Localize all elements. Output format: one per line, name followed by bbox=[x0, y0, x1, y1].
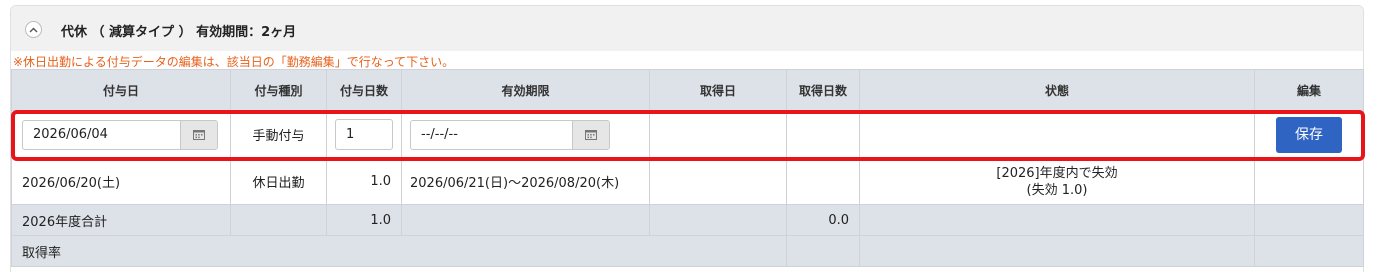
col-header-grant-type: 付与種別 bbox=[230, 69, 327, 111]
collapse-chevron-up-icon[interactable] bbox=[25, 21, 42, 38]
expiry-input[interactable]: --/--/-- bbox=[411, 121, 572, 149]
save-button[interactable]: 保存 bbox=[1276, 116, 1342, 153]
rate-edit bbox=[1254, 235, 1364, 267]
expiry-value: 2026/06/21(日)～2026/08/20(木) bbox=[401, 158, 650, 205]
rate-acquired-days bbox=[786, 235, 860, 267]
grant-days-cell: 1 bbox=[326, 110, 402, 159]
leave-panel: 代休 （ 減算タイプ ） 有効期間：2ヶ月 ※休日出勤による付与データの編集は、… bbox=[10, 5, 1364, 272]
acquired-date-value bbox=[649, 158, 787, 205]
calendar-icon[interactable] bbox=[180, 120, 217, 149]
grant-date-cell: 2026/06/04 bbox=[11, 110, 231, 159]
acquired-date-cell bbox=[649, 110, 787, 159]
rate-row: 取得率 bbox=[11, 235, 1364, 267]
rate-label: 取得率 bbox=[11, 235, 787, 267]
rate-status bbox=[859, 235, 1255, 267]
grant-date-input[interactable]: 2026/06/04 bbox=[23, 121, 180, 149]
col-header-acquired-date: 取得日 bbox=[649, 69, 787, 111]
table-header-row: 付与日 付与種別 付与日数 有効期限 取得日 取得日数 状態 編集 bbox=[11, 69, 1364, 111]
grant-type-value: 手動付与 bbox=[230, 110, 327, 159]
leave-table: 付与日 付与種別 付与日数 有効期限 取得日 取得日数 状態 編集 2026/0… bbox=[11, 69, 1364, 267]
total-label: 2026年度合計 bbox=[11, 204, 231, 236]
col-header-status: 状態 bbox=[859, 69, 1255, 111]
grant-date-field[interactable]: 2026/06/04 bbox=[22, 119, 218, 150]
total-acquired-date bbox=[649, 204, 787, 236]
total-grant-type bbox=[230, 204, 327, 236]
edit-cell: 保存 bbox=[1254, 110, 1364, 159]
grant-days-input[interactable]: 1 bbox=[335, 119, 393, 150]
status-value: [2026]年度内で失効 (失効 1.0) bbox=[859, 158, 1255, 205]
total-acquired-days: 0.0 bbox=[786, 204, 860, 236]
grant-days-value: 1.0 bbox=[326, 158, 402, 205]
status-line-2: (失効 1.0) bbox=[1026, 182, 1088, 198]
expiry-field[interactable]: --/--/-- bbox=[410, 119, 610, 150]
panel-title: 代休 （ 減算タイプ ） 有効期間：2ヶ月 bbox=[61, 25, 297, 40]
table-row: 2026/06/20(土) 休日出勤 1.0 2026/06/21(日)～202… bbox=[11, 158, 1364, 205]
grant-type-value: 休日出勤 bbox=[230, 158, 327, 205]
status-line-1: [2026]年度内で失効 bbox=[996, 165, 1118, 181]
edit-notice: ※休日出勤による付与データの編集は、該当日の「勤務編集」で行なって下さい。 bbox=[13, 55, 455, 69]
acquired-days-value bbox=[786, 158, 860, 205]
col-header-expiry: 有効期限 bbox=[401, 69, 650, 111]
total-expiry bbox=[401, 204, 650, 236]
edit-row: 2026/06/04 手動付与 1 --/--/-- 保存 bbox=[11, 110, 1364, 159]
col-header-grant-days: 付与日数 bbox=[326, 69, 402, 111]
acquired-days-cell bbox=[786, 110, 860, 159]
total-grant-days: 1.0 bbox=[326, 204, 402, 236]
status-cell bbox=[859, 110, 1255, 159]
panel-header: 代休 （ 減算タイプ ） 有効期間：2ヶ月 bbox=[11, 6, 1363, 51]
col-header-grant-date: 付与日 bbox=[11, 69, 231, 111]
edit-value bbox=[1254, 158, 1364, 205]
expiry-cell: --/--/-- bbox=[401, 110, 650, 159]
total-row: 2026年度合計 1.0 0.0 bbox=[11, 204, 1364, 236]
grant-date-value: 2026/06/20(土) bbox=[11, 158, 231, 205]
col-header-acquired-days: 取得日数 bbox=[786, 69, 860, 111]
total-edit bbox=[1254, 204, 1364, 236]
total-status bbox=[859, 204, 1255, 236]
calendar-icon[interactable] bbox=[572, 120, 609, 149]
col-header-edit: 編集 bbox=[1254, 69, 1364, 111]
